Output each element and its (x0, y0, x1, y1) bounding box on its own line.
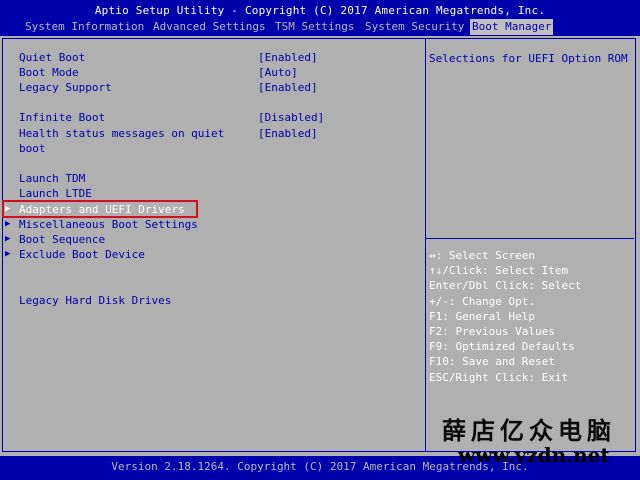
watermark: 薛店亿众电脑 www.yzdn.net (442, 416, 632, 467)
setting-value[interactable]: [Enabled] (258, 80, 318, 95)
submenu-label: Exclude Boot Device (19, 248, 145, 261)
legacy-hard-disk-drives[interactable]: Legacy Hard Disk Drives (0, 293, 420, 308)
setting-value[interactable]: [Disabled] (258, 110, 324, 125)
key-change-opt: +/-: Change Opt. (429, 294, 535, 308)
legacy-label: Legacy Hard Disk Drives (19, 294, 172, 307)
panel-divider-vertical (425, 38, 426, 452)
key-exit: ESC/Right Click: Exit (429, 370, 569, 384)
watermark-text: 薛店亿众电脑 (442, 416, 616, 445)
setting-launch-ltde[interactable]: Launch LTDE (0, 186, 420, 201)
setting-boot-mode[interactable]: Boot Mode [Auto] (0, 65, 420, 80)
setting-label: Health status messages on quiet (19, 127, 225, 140)
key-legend: ↔: Select Screen ↑↓/Click: Select Item E… (429, 248, 634, 385)
submenu-misc-boot-settings[interactable]: ▶ Miscellaneous Boot Settings (0, 217, 420, 232)
key-enter-select: Enter/Dbl Click: Select (429, 279, 582, 293)
key-general-help: F1: General Help (429, 309, 535, 323)
submenu-arrow-icon: ▶ (5, 219, 11, 229)
footer-version: Version 2.18.1264. Copyright (C) 2017 Am… (111, 460, 529, 473)
setting-value[interactable]: [Auto] (258, 65, 298, 80)
setting-label: Launch TDM (19, 172, 86, 185)
selection-highlight (2, 200, 198, 218)
setting-value[interactable]: [Enabled] (258, 126, 318, 141)
setting-value[interactable]: [Enabled] (258, 50, 318, 65)
submenu-label: Miscellaneous Boot Settings (19, 218, 198, 231)
setting-label-continued: boot (19, 142, 46, 155)
submenu-arrow-icon: ▶ (5, 234, 11, 244)
setting-label: Boot Mode (19, 66, 79, 79)
setting-label: Legacy Support (19, 81, 112, 94)
setting-quiet-boot[interactable]: Quiet Boot [Enabled] (0, 50, 420, 65)
submenu-label: Boot Sequence (19, 233, 106, 246)
tab-system-security[interactable]: System Security (363, 19, 466, 35)
key-optimized-defaults: F9: Optimized Defaults (429, 340, 575, 354)
panel-divider-horizontal (426, 238, 634, 239)
key-save-reset: F10: Save and Reset (429, 355, 555, 369)
bios-title: Aptio Setup Utility - Copyright (C) 2017… (94, 4, 546, 17)
submenu-arrow-icon: ▶ (5, 249, 11, 259)
key-select-screen: ↔: Select Screen (429, 249, 535, 262)
setting-health-status-messages-cont: boot (0, 141, 420, 156)
key-previous-values: F2: Previous Values (429, 325, 555, 339)
setting-health-status-messages[interactable]: Health status messages on quiet [Enabled… (0, 126, 420, 141)
tab-bar: System Information Advanced Settings TSM… (0, 18, 640, 36)
setting-label: Infinite Boot (19, 111, 106, 124)
tab-tsm-settings[interactable]: TSM Settings (273, 19, 356, 35)
setting-infinite-boot[interactable]: Infinite Boot [Disabled] (0, 110, 420, 125)
tab-advanced-settings[interactable]: Advanced Settings (151, 19, 268, 35)
key-select-item: ↑↓/Click: Select Item (429, 264, 569, 278)
setting-label: Quiet Boot (19, 51, 86, 64)
submenu-exclude-boot-device[interactable]: ▶ Exclude Boot Device (0, 247, 420, 262)
setting-label: Launch LTDE (19, 187, 92, 200)
submenu-boot-sequence[interactable]: ▶ Boot Sequence (0, 232, 420, 247)
setting-launch-tdm[interactable]: Launch TDM (0, 171, 420, 186)
setting-legacy-support[interactable]: Legacy Support [Enabled] (0, 80, 420, 95)
tab-boot-manager[interactable]: Boot Manager (470, 19, 554, 35)
help-description: Selections for UEFI Option ROM (429, 52, 628, 65)
tab-system-information[interactable]: System Information (23, 19, 146, 35)
